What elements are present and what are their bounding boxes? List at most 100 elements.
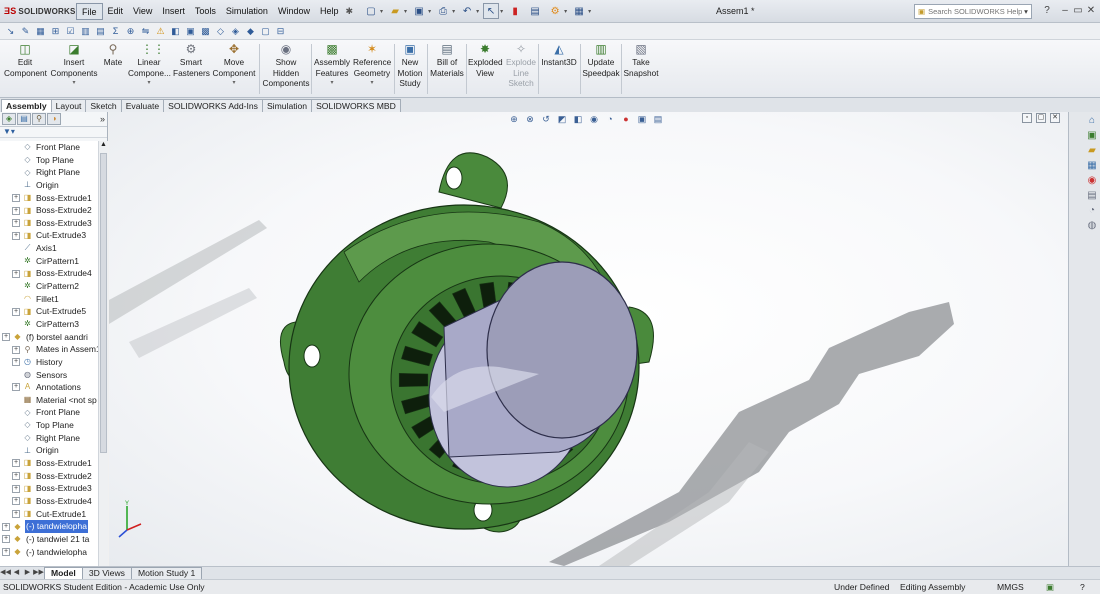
chevron-down-icon[interactable]: ▾ bbox=[452, 8, 455, 15]
tree-item[interactable]: ◇ Right Plane bbox=[0, 166, 98, 179]
tab-layout[interactable]: Layout bbox=[50, 99, 87, 112]
smart-fasteners-button[interactable]: ⚙ Smart Fasteners bbox=[173, 43, 210, 78]
help-icon[interactable]: ? bbox=[1040, 4, 1054, 18]
file-explorer-icon[interactable]: ▰ bbox=[1085, 144, 1099, 158]
tree-item[interactable]: + A Annotations bbox=[0, 381, 98, 394]
tab-3d-views[interactable]: 3D Views bbox=[81, 567, 132, 579]
close-viewport-icon[interactable]: ✕ bbox=[1050, 113, 1060, 123]
expand-panel-icon[interactable]: » bbox=[100, 114, 105, 124]
tree-item[interactable]: + ◨ Boss-Extrude1 bbox=[0, 457, 98, 470]
help-status-icon[interactable]: ? bbox=[1080, 580, 1085, 594]
tab-model[interactable]: Model bbox=[44, 567, 83, 579]
expand-icon[interactable]: + bbox=[12, 484, 20, 493]
check-icon[interactable]: ☑ bbox=[64, 25, 77, 38]
tree-item[interactable]: + ◨ Boss-Extrude1 bbox=[0, 192, 98, 205]
chevron-down-icon[interactable]: ▾ bbox=[313, 78, 351, 89]
chevron-down-icon[interactable]: ▾ bbox=[212, 78, 256, 89]
chevron-down-icon[interactable]: ▾ bbox=[500, 8, 503, 15]
new-document-icon[interactable]: ▢ bbox=[363, 3, 379, 19]
minimize-icon[interactable]: – bbox=[1058, 4, 1072, 18]
menu-insert[interactable]: Insert bbox=[157, 3, 190, 20]
expand-icon[interactable]: + bbox=[12, 358, 20, 367]
last-tab-icon[interactable]: ▶▶ bbox=[33, 567, 44, 579]
instant3d-button[interactable]: ◭ Instant3D bbox=[540, 43, 578, 68]
design-library-icon[interactable]: ▣ bbox=[1085, 129, 1099, 143]
tree-item[interactable]: ◇ Front Plane bbox=[0, 406, 98, 419]
tree-item[interactable]: + ⚲ Mates in Assem1 bbox=[0, 343, 98, 356]
tree-item[interactable]: + ◆ (-) tandwielopha bbox=[0, 520, 98, 533]
prev-tab-icon[interactable]: ◀ bbox=[11, 567, 22, 579]
print-icon[interactable]: ⎙ bbox=[435, 3, 451, 19]
scroll-thumb[interactable] bbox=[100, 153, 107, 453]
mirror-icon[interactable]: ⇋ bbox=[139, 25, 152, 38]
tree-item[interactable]: + ◆ (f) borstel aandri bbox=[0, 331, 98, 344]
mate-button[interactable]: ⚲ Mate bbox=[101, 43, 125, 68]
move-component-button[interactable]: ✥ Move Component ▾ bbox=[212, 43, 256, 89]
feature-tree-tab-icon[interactable]: ◈ bbox=[2, 113, 16, 125]
menu-help[interactable]: Help bbox=[315, 3, 344, 20]
tree-item[interactable]: ◇ Top Plane bbox=[0, 154, 98, 167]
open-icon[interactable]: ▰ bbox=[387, 3, 403, 19]
chevron-down-icon[interactable]: ▾ bbox=[404, 8, 407, 15]
expand-icon[interactable]: + bbox=[12, 345, 20, 354]
graphics-area[interactable]: ⊕ ⊗ ↺ ◩ ◧ ◉ ◔ ● ▣ ▤ ▫ ▢ ✕ Y bbox=[109, 112, 1068, 566]
search-box[interactable]: ▣ ▾ bbox=[914, 4, 1032, 19]
tree-item[interactable]: + ◆ (-) tandwielopha bbox=[0, 546, 98, 559]
menu-window[interactable]: Window bbox=[273, 3, 315, 20]
update-speedpak-button[interactable]: ▥ Update Speedpak bbox=[582, 43, 620, 78]
tree-item[interactable]: ◍ Sensors bbox=[0, 369, 98, 382]
display-icon[interactable]: ▣ bbox=[184, 25, 197, 38]
chevron-down-icon[interactable]: ▾ bbox=[564, 8, 567, 15]
expand-icon[interactable]: + bbox=[2, 332, 10, 341]
expand-icon[interactable]: + bbox=[12, 219, 20, 228]
scene-icon[interactable]: ▣ bbox=[636, 113, 648, 125]
view-orientation-icon[interactable]: ◧ bbox=[572, 113, 584, 125]
show-hidden-components-button[interactable]: ◉ Show Hidden Components bbox=[262, 43, 310, 89]
part-icon[interactable]: ◆ bbox=[244, 25, 257, 38]
expand-icon[interactable]: + bbox=[12, 269, 20, 278]
component-icon[interactable]: ▥ bbox=[79, 25, 92, 38]
view-palette-icon[interactable]: ▦ bbox=[1085, 159, 1099, 173]
expand-icon[interactable]: + bbox=[12, 509, 20, 518]
tree-item[interactable]: + ◨ Cut-Extrude3 bbox=[0, 229, 98, 242]
scroll-up-icon[interactable]: ▲ bbox=[100, 141, 107, 148]
lock-icon[interactable]: ▢ bbox=[259, 25, 272, 38]
appearances-icon[interactable]: ◉ bbox=[1085, 174, 1099, 188]
chevron-down-icon[interactable]: ▾ bbox=[476, 8, 479, 15]
tree-item[interactable]: + ◨ Cut-Extrude5 bbox=[0, 305, 98, 318]
appearance-icon[interactable]: ● bbox=[620, 113, 632, 125]
plane-icon[interactable]: ◇ bbox=[214, 25, 227, 38]
tree-item[interactable]: + ◨ Boss-Extrude4 bbox=[0, 495, 98, 508]
measure-icon[interactable]: ⊟ bbox=[274, 25, 287, 38]
cube-icon[interactable]: ◧ bbox=[169, 25, 182, 38]
tab-simulation[interactable]: Simulation bbox=[261, 99, 313, 112]
camera-icon[interactable]: ▩ bbox=[199, 25, 212, 38]
restore-viewport-icon[interactable]: ▫ bbox=[1022, 113, 1032, 123]
tree-item[interactable]: ⊥ Origin bbox=[0, 444, 98, 457]
snap-icon[interactable]: ⊞ bbox=[49, 25, 62, 38]
maximize-viewport-icon[interactable]: ▢ bbox=[1036, 113, 1046, 123]
next-tab-icon[interactable]: ▶ bbox=[22, 567, 33, 579]
chevron-down-icon[interactable]: ▾ bbox=[380, 8, 383, 15]
tab-motion-study[interactable]: Motion Study 1 bbox=[130, 567, 203, 579]
solidworks-logo[interactable]: ƎS SOLIDWORKS bbox=[0, 0, 76, 23]
tree-item[interactable]: + ◆ (-) tandwiel 21 ta bbox=[0, 533, 98, 546]
units-status[interactable]: MMGS bbox=[997, 580, 1024, 594]
expand-icon[interactable]: + bbox=[12, 231, 20, 240]
tree-item[interactable]: ✲ CirPattern3 bbox=[0, 318, 98, 331]
first-tab-icon[interactable]: ◀◀ bbox=[0, 567, 11, 579]
expand-icon[interactable]: + bbox=[12, 459, 20, 468]
tree-item[interactable]: ✲ CirPattern2 bbox=[0, 280, 98, 293]
rebuild-icon[interactable]: ▮ bbox=[507, 3, 523, 19]
close-icon[interactable]: ✕ bbox=[1084, 4, 1098, 18]
tree-item[interactable]: + ◨ Cut-Extrude1 bbox=[0, 508, 98, 521]
display-style-icon[interactable]: ◉ bbox=[588, 113, 600, 125]
filter-icon[interactable]: ▼▾ bbox=[0, 127, 107, 138]
menu-edit[interactable]: Edit bbox=[103, 3, 129, 20]
expand-icon[interactable]: + bbox=[12, 497, 20, 506]
expand-icon[interactable]: + bbox=[12, 383, 20, 392]
chevron-down-icon[interactable]: ▾ bbox=[428, 8, 431, 15]
menu-view[interactable]: View bbox=[128, 3, 157, 20]
expand-icon[interactable]: + bbox=[12, 471, 20, 480]
save-icon[interactable]: ▣ bbox=[411, 3, 427, 19]
